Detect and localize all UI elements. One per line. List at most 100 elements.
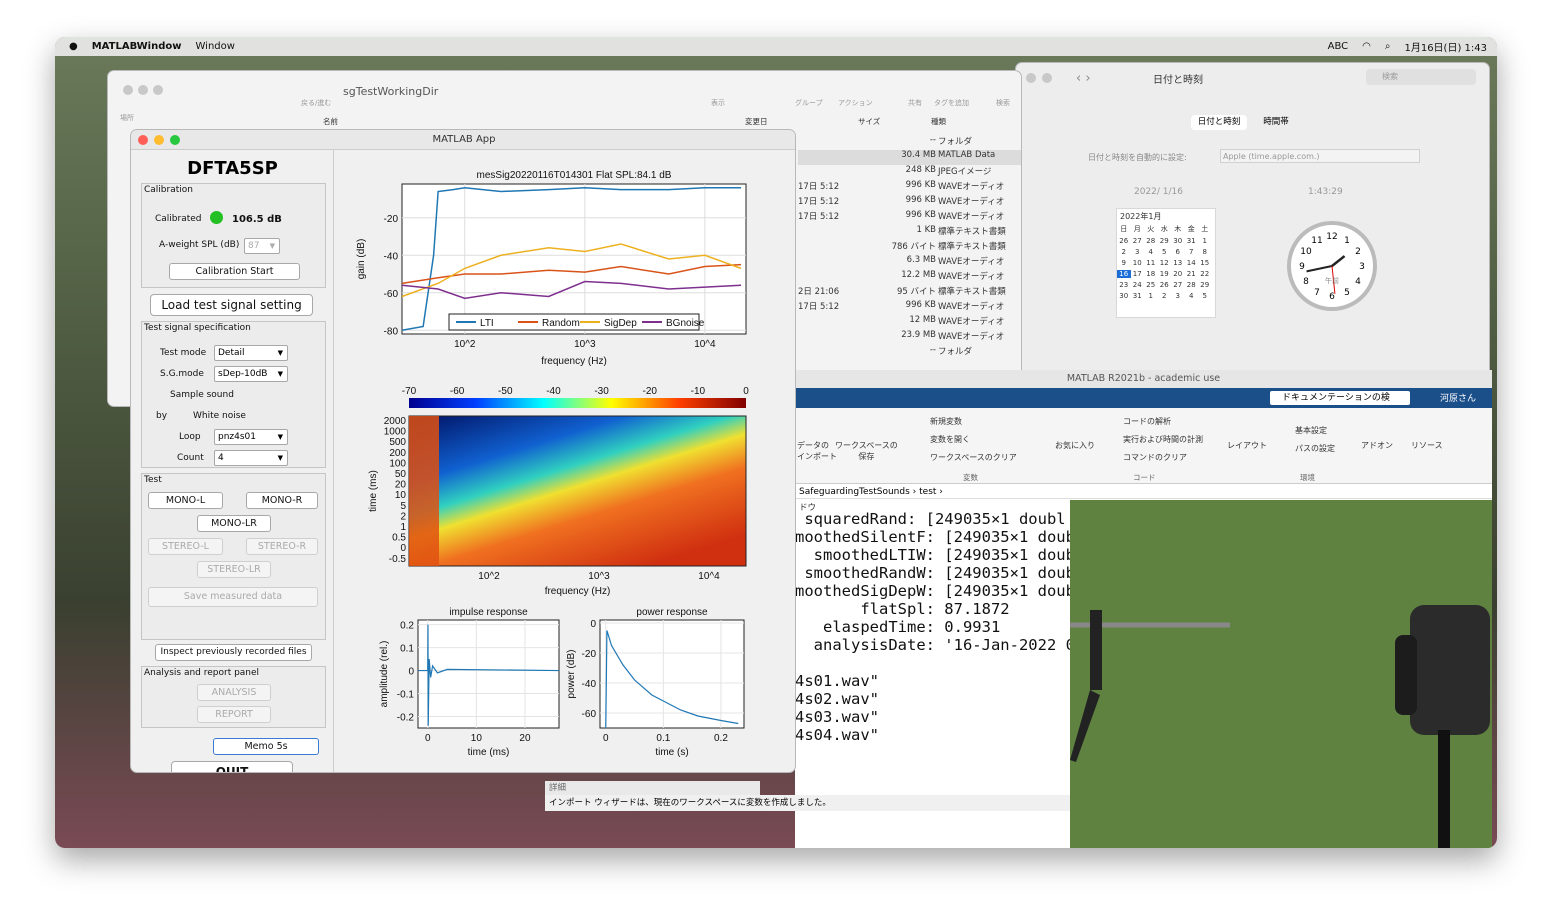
- quit-button[interactable]: QUIT: [171, 761, 293, 772]
- cal-day[interactable]: 8: [1198, 248, 1212, 256]
- apple-icon[interactable]: ●: [69, 41, 78, 52]
- search-field[interactable]: 検索: [1366, 69, 1476, 85]
- stereo-r-button[interactable]: STEREO-R: [246, 538, 318, 555]
- cal-day[interactable]: 26: [1117, 237, 1131, 245]
- doc-search[interactable]: ドキュメンテーションの検: [1270, 391, 1410, 405]
- cal-day[interactable]: 30: [1171, 237, 1185, 245]
- mono-lr-button[interactable]: MONO-LR: [197, 515, 271, 532]
- cal-day[interactable]: 26: [1158, 281, 1172, 289]
- time-server-select[interactable]: Apple (time.apple.com.): [1220, 149, 1420, 163]
- col-name[interactable]: 名前: [323, 116, 338, 127]
- open-variable-button[interactable]: 変数を開く: [930, 434, 970, 445]
- cal-day[interactable]: 29: [1198, 281, 1212, 289]
- preferences-button[interactable]: 基本設定: [1295, 425, 1327, 436]
- calibration-start-button[interactable]: Calibration Start: [169, 263, 300, 280]
- file-row[interactable]: 17日 5:12 996 KB WAVEオーディオ: [798, 180, 1021, 195]
- auto-checkbox-label[interactable]: 日付と時刻を自動的に設定:: [1088, 152, 1187, 163]
- path-bar[interactable]: SafeguardingTestSounds › test ›: [795, 485, 1492, 499]
- cal-day[interactable]: 10: [1131, 259, 1145, 267]
- stereo-l-button[interactable]: STEREO-L: [148, 538, 223, 555]
- file-row[interactable]: 12 MB WAVEオーディオ: [798, 315, 1021, 330]
- inspect-files-button[interactable]: Inspect previously recorded files: [155, 644, 312, 661]
- cal-day[interactable]: 12: [1158, 259, 1172, 267]
- path-segment-sg[interactable]: SafeguardingTestSounds: [799, 487, 910, 497]
- detail-panel-header[interactable]: 詳細: [545, 781, 760, 795]
- file-row[interactable]: 30.4 MB MATLAB Data: [798, 150, 1021, 165]
- mono-r-button[interactable]: MONO-R: [246, 492, 318, 509]
- favorites-button[interactable]: お気に入り: [1055, 440, 1095, 451]
- memo-button[interactable]: Memo 5s: [213, 738, 319, 755]
- file-list[interactable]: -- フォルダ 30.4 MB MATLAB Data 248 KB JPEGイメージ 17…: [798, 135, 1021, 375]
- back-icon[interactable]: ‹ ›: [1076, 71, 1091, 86]
- aweight-select[interactable]: 87: [244, 238, 280, 254]
- zoom-button[interactable]: [170, 135, 180, 145]
- layout-button[interactable]: レイアウト: [1227, 440, 1267, 451]
- cal-day[interactable]: 29: [1158, 237, 1172, 245]
- mono-l-button[interactable]: MONO-L: [148, 492, 223, 509]
- new-variable-button[interactable]: 新規変数: [930, 416, 962, 427]
- menu-window[interactable]: Window: [196, 41, 235, 52]
- resources-button[interactable]: リソース: [1411, 440, 1443, 451]
- cal-day[interactable]: 7: [1185, 248, 1199, 256]
- cal-day[interactable]: 31: [1131, 292, 1145, 300]
- file-row[interactable]: 786 バイト 標準テキスト書類: [798, 240, 1021, 255]
- cal-day[interactable]: 25: [1144, 281, 1158, 289]
- menu-datetime[interactable]: 1月16日(日) 1:43: [1404, 39, 1487, 54]
- tab-timezone[interactable]: 時間帯: [1251, 115, 1301, 130]
- save-measured-data-button[interactable]: Save measured data: [148, 587, 318, 607]
- tab-datetime[interactable]: 日付と時刻: [1191, 115, 1247, 130]
- file-row[interactable]: 12.2 MB WAVEオーディオ: [798, 270, 1021, 285]
- analysis-button[interactable]: ANALYSIS: [197, 684, 271, 701]
- cal-day[interactable]: 6: [1171, 248, 1185, 256]
- command-window[interactable]: squaredRand: [249035×1 doubl moothedSilen…: [795, 510, 1070, 780]
- file-row[interactable]: 248 KB JPEGイメージ: [798, 165, 1021, 180]
- addons-button[interactable]: アドオン: [1361, 440, 1393, 451]
- date-field[interactable]: 2022/ 1/16: [1134, 187, 1183, 197]
- file-row[interactable]: -- フォルダ: [798, 345, 1021, 360]
- cal-day[interactable]: 24: [1131, 281, 1145, 289]
- analyze-code-button[interactable]: コードの解析: [1123, 416, 1171, 427]
- cal-day[interactable]: 19: [1158, 270, 1172, 278]
- cal-day[interactable]: 1: [1144, 292, 1158, 300]
- time-field[interactable]: 1:43:29: [1308, 187, 1343, 197]
- cal-day[interactable]: 16: [1117, 270, 1131, 278]
- cal-day[interactable]: 4: [1144, 248, 1158, 256]
- cal-day[interactable]: 2: [1158, 292, 1172, 300]
- cal-day[interactable]: 15: [1198, 259, 1212, 267]
- cal-day[interactable]: 27: [1131, 237, 1145, 245]
- cal-day[interactable]: 11: [1144, 259, 1158, 267]
- cal-day[interactable]: 3: [1131, 248, 1145, 256]
- col-kind[interactable]: 種類: [931, 116, 946, 127]
- cal-day[interactable]: 22: [1198, 270, 1212, 278]
- clear-commands-button[interactable]: コマンドのクリア: [1123, 452, 1187, 463]
- cal-day[interactable]: 28: [1144, 237, 1158, 245]
- test-mode-select[interactable]: Detail: [214, 345, 288, 361]
- report-button[interactable]: REPORT: [197, 706, 271, 723]
- cal-day[interactable]: 4: [1185, 292, 1199, 300]
- cal-day[interactable]: 5: [1158, 248, 1172, 256]
- cal-day[interactable]: 30: [1117, 292, 1131, 300]
- import-data-button[interactable]: データの インポート: [797, 440, 837, 462]
- cal-day[interactable]: 21: [1185, 270, 1199, 278]
- cal-day[interactable]: 23: [1117, 281, 1131, 289]
- count-select[interactable]: 4: [214, 450, 288, 466]
- cal-day[interactable]: 9: [1117, 259, 1131, 267]
- cal-day[interactable]: 13: [1171, 259, 1185, 267]
- cal-day[interactable]: 18: [1144, 270, 1158, 278]
- stereo-lr-button[interactable]: STEREO-LR: [197, 561, 271, 578]
- file-row[interactable]: -- フォルダ: [798, 135, 1021, 150]
- wifi-icon[interactable]: ◠: [1362, 41, 1371, 52]
- save-workspace-button[interactable]: ワークスペースの 保存: [835, 440, 898, 462]
- file-row[interactable]: 1 KB 標準テキスト書類: [798, 225, 1021, 240]
- cal-day[interactable]: 27: [1171, 281, 1185, 289]
- cal-day[interactable]: 31: [1185, 237, 1199, 245]
- cal-day[interactable]: 20: [1171, 270, 1185, 278]
- input-source[interactable]: ABC: [1328, 41, 1349, 52]
- file-row[interactable]: 17日 5:12 996 KB WAVEオーディオ: [798, 300, 1021, 315]
- cal-day[interactable]: 3: [1171, 292, 1185, 300]
- file-row[interactable]: 17日 5:12 996 KB WAVEオーディオ: [798, 210, 1021, 225]
- menu-app-name[interactable]: MATLABWindow: [92, 41, 182, 52]
- cal-day[interactable]: 28: [1185, 281, 1199, 289]
- close-button[interactable]: [138, 135, 148, 145]
- sg-mode-select[interactable]: sDep-10dB: [214, 366, 288, 382]
